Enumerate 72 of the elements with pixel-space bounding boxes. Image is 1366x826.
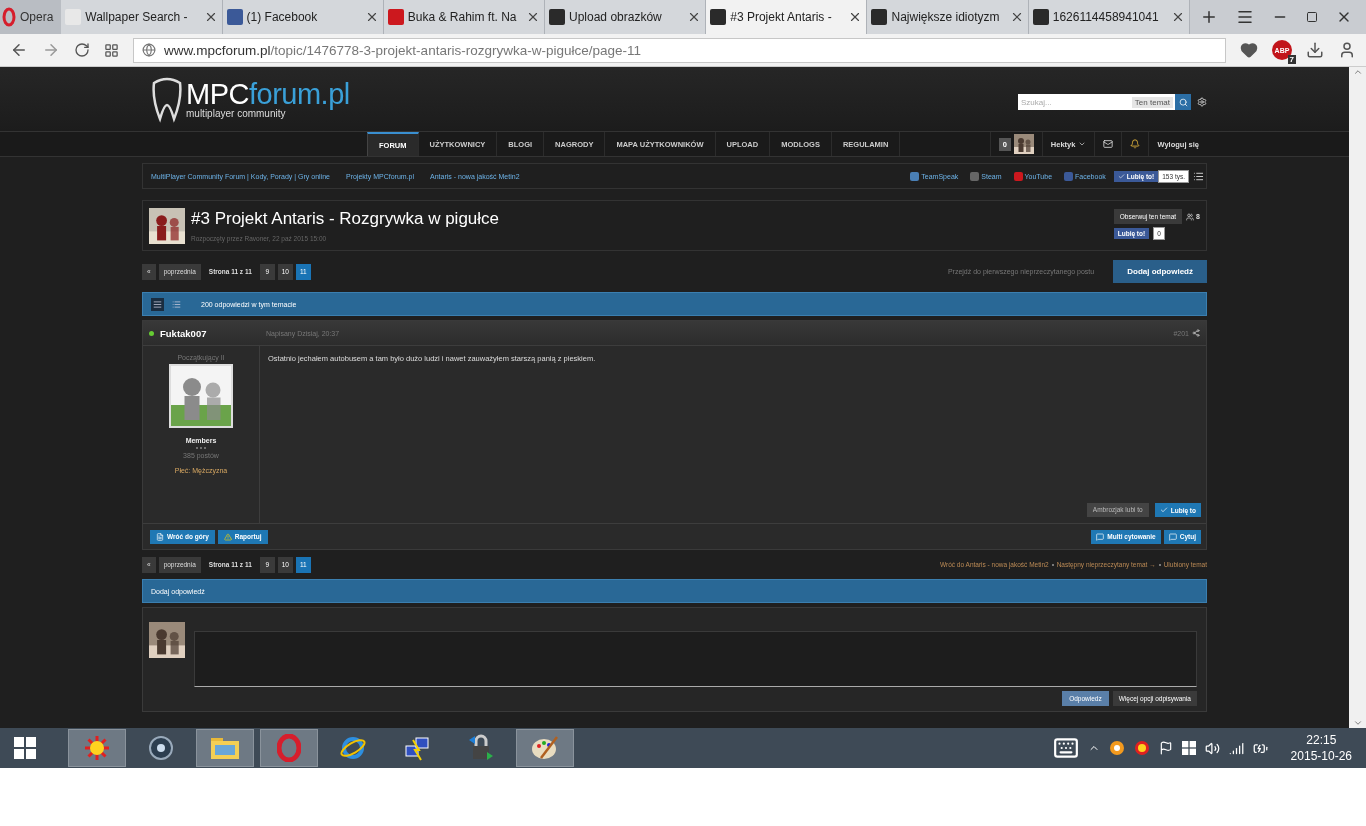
flag-icon[interactable] bbox=[1158, 741, 1173, 755]
opera-menu-button[interactable]: Opera bbox=[0, 0, 62, 34]
browser-tab[interactable]: Buka & Rahim ft. Na bbox=[383, 0, 545, 34]
sun-icon bbox=[84, 735, 110, 761]
count-badge: 7 bbox=[1287, 55, 1296, 64]
padlock-icon bbox=[467, 734, 495, 762]
computers-icon bbox=[403, 734, 431, 762]
volume-icon[interactable] bbox=[1204, 740, 1220, 756]
restore-icon[interactable] bbox=[1306, 11, 1318, 23]
keyboard-icon[interactable] bbox=[1052, 735, 1079, 761]
menu-icon[interactable] bbox=[1236, 8, 1254, 26]
reload-icon[interactable] bbox=[74, 42, 90, 58]
taskbar-app[interactable] bbox=[516, 729, 574, 767]
share-icon[interactable] bbox=[1192, 329, 1200, 337]
topic-title: #3 Projekt Antaris - Rozgrywka w pigułce bbox=[191, 209, 501, 229]
post-author[interactable]: Fuktak007 bbox=[160, 327, 260, 339]
address-field[interactable]: www.mpcforum.pl/topic/1476778-3-projekt-antaris-rozgrywka-w-pigułce/page-11 bbox=[133, 37, 1226, 63]
grid-icon[interactable] bbox=[104, 42, 119, 58]
add-reply-button[interactable]: Dodaj odpowiedź bbox=[1113, 260, 1207, 283]
site-icon bbox=[871, 9, 888, 25]
url-text: www.mpcforum.pl/topic/1476778-3-projekt-antaris-rozgrywka-w-pigułce/page-11 bbox=[164, 42, 641, 58]
ring-icon[interactable] bbox=[1108, 740, 1125, 756]
windows-icon bbox=[14, 737, 36, 759]
logo-tagline: multiplayer community bbox=[186, 108, 286, 119]
mail-icon[interactable] bbox=[1103, 139, 1114, 149]
settings-icon[interactable] bbox=[1197, 97, 1207, 107]
site-icon bbox=[1032, 9, 1049, 25]
caret-icon bbox=[1078, 140, 1087, 148]
browser-tab[interactable]: Największe idiotyzm bbox=[867, 0, 1029, 34]
palette-icon bbox=[531, 734, 559, 762]
search-button[interactable] bbox=[1175, 94, 1191, 110]
tooth-icon bbox=[150, 75, 184, 123]
browser-tab[interactable]: (1) Facebook bbox=[222, 0, 384, 34]
disc-icon bbox=[148, 735, 174, 761]
browser-tab[interactable]: Upload obrazków bbox=[545, 0, 707, 34]
warning-icon bbox=[223, 532, 232, 541]
list-icon[interactable] bbox=[1193, 170, 1204, 182]
signal-icon[interactable] bbox=[1228, 740, 1244, 756]
site-icon bbox=[549, 9, 565, 25]
windows-icon[interactable] bbox=[1181, 741, 1196, 755]
taskbar-app[interactable] bbox=[68, 729, 126, 767]
folder-icon bbox=[210, 735, 240, 761]
browser-tab[interactable]: Wallpaper Search - bbox=[61, 0, 223, 34]
browser-tab[interactable]: #3 Projekt Antaris - bbox=[706, 0, 868, 34]
close-icon[interactable] bbox=[526, 10, 540, 24]
opera-icon bbox=[2, 7, 16, 27]
clock[interactable]: 22:15 2015-10-26 bbox=[1290, 731, 1352, 765]
check-icon bbox=[1117, 172, 1125, 180]
site-icon bbox=[387, 9, 404, 25]
check-icon bbox=[1159, 506, 1168, 514]
site-icon bbox=[710, 9, 727, 25]
opera-icon bbox=[277, 734, 301, 762]
sun-icon[interactable] bbox=[1133, 740, 1150, 756]
taskbar-app[interactable] bbox=[196, 729, 254, 767]
globe-icon bbox=[339, 734, 367, 762]
globe-icon bbox=[142, 43, 156, 57]
browser-tab[interactable]: 1626114458941041 bbox=[1028, 0, 1190, 34]
logo-text: MPCforum.pl bbox=[186, 79, 350, 109]
back-icon[interactable] bbox=[10, 41, 28, 59]
speech-bubble-icon bbox=[1096, 532, 1105, 541]
speech-bubble-icon bbox=[1168, 532, 1177, 541]
heart-icon[interactable] bbox=[1240, 41, 1258, 59]
search-scope[interactable]: Ten temat bbox=[1131, 96, 1173, 108]
document-icon bbox=[156, 532, 164, 541]
bell-icon[interactable] bbox=[1130, 139, 1141, 149]
download-icon[interactable] bbox=[1306, 41, 1324, 59]
new-tab-icon[interactable] bbox=[1200, 8, 1218, 26]
site-icon bbox=[226, 9, 243, 25]
search-icon bbox=[1178, 97, 1188, 107]
user-icon[interactable] bbox=[1338, 41, 1356, 59]
search-field[interactable]: Szukaj... Ten temat bbox=[1018, 94, 1175, 110]
full-view-button[interactable] bbox=[151, 297, 164, 311]
